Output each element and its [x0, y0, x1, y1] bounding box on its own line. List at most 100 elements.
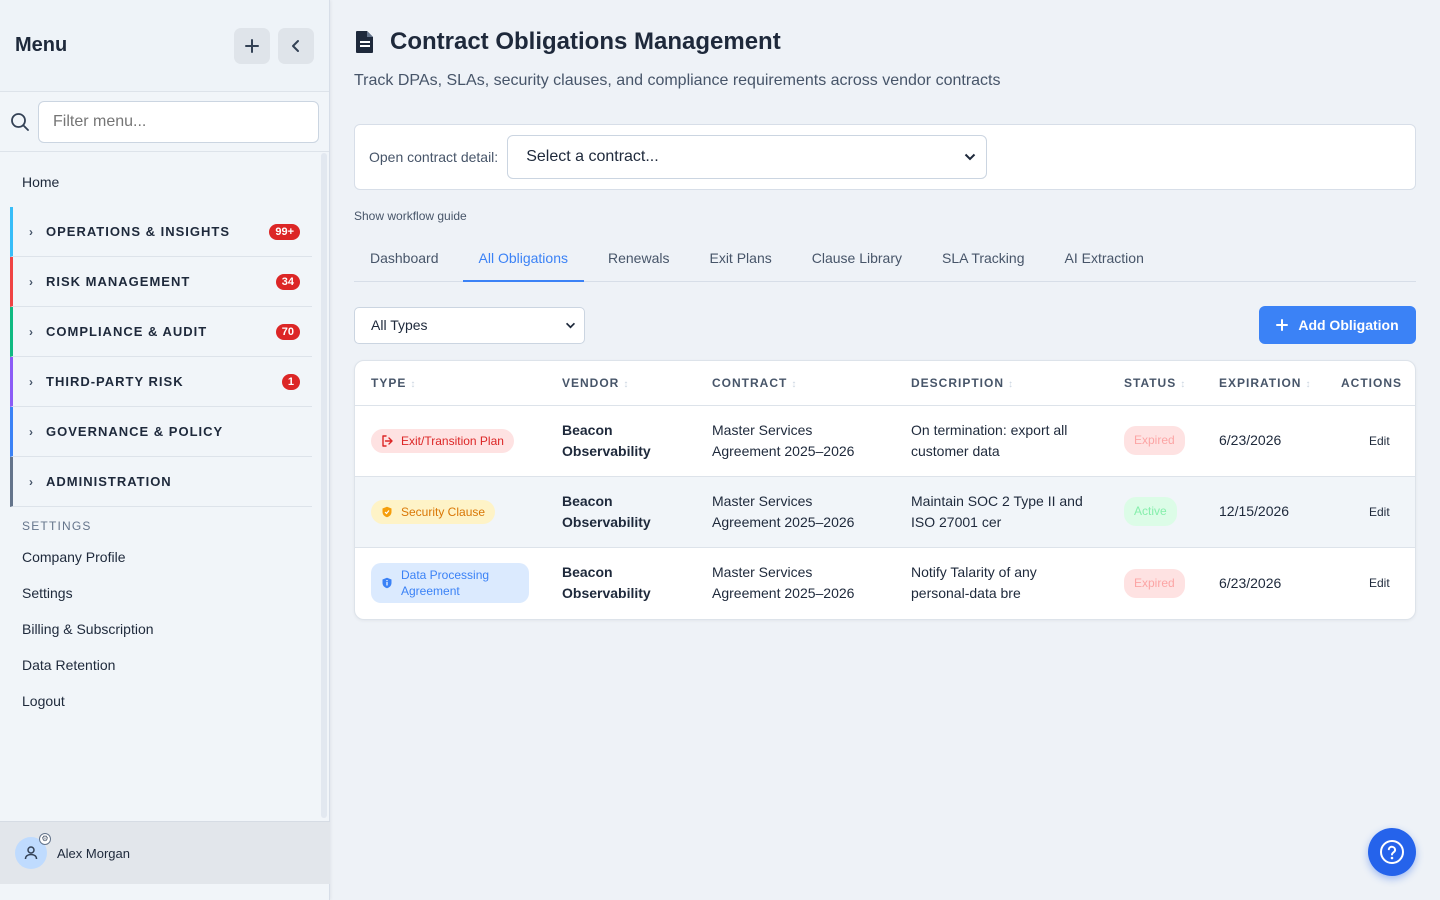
contract-picker-card: Open contract detail: Select a contract.…: [354, 124, 1416, 190]
plus-icon: [245, 38, 259, 53]
chevron-right-icon: ›: [29, 374, 34, 389]
group-label: COMPLIANCE & AUDIT: [46, 324, 208, 339]
column-header-expiration[interactable]: EXPIRATION ↕: [1203, 361, 1325, 406]
edit-button[interactable]: Edit: [1341, 576, 1390, 590]
tab-ai-extraction[interactable]: AI Extraction: [1049, 237, 1160, 282]
group-label: ADMINISTRATION: [46, 474, 172, 489]
column-header-vendor[interactable]: VENDOR ↕: [546, 361, 696, 406]
workflow-guide-link[interactable]: Show workflow guide: [354, 209, 1416, 223]
column-header-description[interactable]: DESCRIPTION ↕: [895, 361, 1108, 406]
sidebar-group-third-party-risk[interactable]: › THIRD-PARTY RISK 1: [10, 357, 312, 407]
description-cell: On termination: export all customer data: [895, 405, 1108, 477]
vendor-cell: Beacon Observability: [546, 476, 696, 548]
column-header-actions: ACTIONS: [1325, 361, 1415, 406]
add-obligation-button[interactable]: Add Obligation: [1259, 306, 1416, 344]
info-shield-icon: [382, 578, 392, 589]
sidebar-item-billing[interactable]: Billing & Subscription: [0, 611, 322, 647]
contract-cell: Master Services Agreement 2025–2026: [712, 564, 855, 602]
tab-clause-library[interactable]: Clause Library: [796, 237, 918, 282]
collapse-sidebar-button[interactable]: [278, 27, 314, 64]
edit-button[interactable]: Edit: [1341, 505, 1390, 519]
shield-icon: [382, 506, 392, 517]
sidebar-item-logout[interactable]: Logout: [0, 683, 322, 719]
page-subtitle: Track DPAs, SLAs, security clauses, and …: [354, 72, 1001, 89]
sidebar-filter: [0, 92, 329, 152]
sort-icon: ↕: [1008, 378, 1015, 390]
group-label: THIRD-PARTY RISK: [46, 374, 184, 389]
plus-icon: [1276, 319, 1289, 331]
count-badge: 70: [275, 323, 300, 340]
sidebar-group-compliance-audit[interactable]: › COMPLIANCE & AUDIT 70: [10, 307, 312, 357]
contract-picker-label: Open contract detail:: [369, 149, 499, 165]
sidebar-item-settings[interactable]: Settings: [0, 575, 322, 611]
count-badge: 34: [275, 273, 300, 290]
settings-section-title: SETTINGS: [22, 519, 92, 533]
table-row[interactable]: Security Clause Beacon Observability Mast…: [355, 476, 1415, 548]
edit-button[interactable]: Edit: [1341, 434, 1390, 448]
contract-select-value: Select a contract...: [526, 148, 659, 165]
sidebar-scrollbar[interactable]: [321, 153, 327, 818]
main-content: Contract Obligations Management Track DP…: [354, 0, 1416, 620]
tab-all-obligations[interactable]: All Obligations: [462, 237, 584, 282]
column-header-type[interactable]: TYPE ↕: [355, 361, 546, 406]
group-label: RISK MANAGEMENT: [46, 274, 191, 289]
search-icon: [11, 112, 29, 131]
group-label: OPERATIONS & INSIGHTS: [46, 224, 230, 239]
expiration-cell: 6/23/2026: [1219, 574, 1282, 591]
column-header-contract[interactable]: CONTRACT ↕: [696, 361, 895, 406]
add-menu-button[interactable]: [234, 27, 270, 64]
type-filter-select[interactable]: All Types: [354, 306, 585, 344]
tab-dashboard[interactable]: Dashboard: [354, 237, 455, 282]
chevron-down-icon: [964, 153, 976, 161]
sort-icon: ↕: [1305, 378, 1312, 390]
column-header-status[interactable]: STATUS ↕: [1108, 361, 1203, 406]
table-row[interactable]: Data Processing Agreement Beacon Observabi…: [355, 547, 1415, 619]
description-cell: Notify Talarity of any personal-data bre: [911, 564, 1037, 602]
status-badge: Expired: [1124, 568, 1185, 598]
type-badge: Data Processing Agreement: [371, 563, 529, 604]
chevron-right-icon: ›: [29, 424, 34, 439]
user-icon: [24, 846, 38, 860]
sidebar-nav: Home › OPERATIONS & INSIGHTS 99+ › RISK …: [0, 153, 322, 719]
sidebar-item-home[interactable]: Home: [0, 153, 322, 207]
sort-icon: ↕: [791, 378, 798, 390]
chevron-right-icon: ›: [29, 224, 34, 239]
chevron-left-icon: [292, 39, 299, 52]
sidebar-item-data-retention[interactable]: Data Retention: [0, 647, 322, 683]
contract-select[interactable]: Select a contract...: [507, 135, 988, 179]
help-button[interactable]: [1368, 828, 1416, 876]
status-badge: Expired: [1124, 426, 1185, 455]
sort-icon: ↕: [410, 378, 417, 390]
sidebar-group-administration[interactable]: › ADMINISTRATION: [10, 457, 312, 507]
count-badge: 1: [281, 373, 300, 390]
status-badge: Active: [1124, 497, 1177, 526]
chevron-right-icon: ›: [29, 274, 34, 289]
expiration-cell: 12/15/2026: [1203, 476, 1325, 548]
add-obligation-label: Add Obligation: [1298, 317, 1399, 333]
sidebar-group-operations-insights[interactable]: › OPERATIONS & INSIGHTS 99+: [10, 207, 312, 257]
tab-exit-plans[interactable]: Exit Plans: [693, 237, 787, 282]
sidebar-group-governance-policy[interactable]: › GOVERNANCE & POLICY: [10, 407, 312, 457]
type-badge: Security Clause: [371, 499, 496, 524]
chevron-down-icon: [565, 322, 576, 328]
group-label: GOVERNANCE & POLICY: [46, 424, 224, 439]
tab-sla-tracking[interactable]: SLA Tracking: [926, 237, 1041, 282]
exit-icon: [382, 434, 393, 447]
user-profile[interactable]: ⚙ Alex Morgan: [0, 821, 330, 884]
vendor-cell: Beacon Observability: [546, 405, 696, 477]
type-badge: Exit/Transition Plan: [371, 428, 514, 453]
sort-icon: ↕: [623, 378, 630, 390]
tab-bar: Dashboard All Obligations Renewals Exit …: [354, 237, 1416, 282]
user-name: Alex Morgan: [57, 845, 130, 861]
filter-menu-input[interactable]: [38, 100, 319, 143]
sort-icon: ↕: [1180, 378, 1187, 390]
sidebar-group-risk-management[interactable]: › RISK MANAGEMENT 34: [10, 257, 312, 307]
tab-renewals[interactable]: Renewals: [592, 237, 685, 282]
table-header-row: TYPE ↕ VENDOR ↕ CONTRACT ↕ DESCRIPTION ↕ STA…: [355, 361, 1415, 406]
obligations-table: TYPE ↕ VENDOR ↕ CONTRACT ↕ DESCRIPTION ↕ STA…: [354, 360, 1416, 620]
document-icon: [356, 31, 373, 53]
gear-icon: ⚙: [39, 833, 51, 845]
sidebar-item-company-profile[interactable]: Company Profile: [0, 539, 322, 575]
table-row[interactable]: Exit/Transition Plan Beacon Observability…: [355, 405, 1415, 477]
sidebar-title: Menu: [15, 34, 68, 56]
